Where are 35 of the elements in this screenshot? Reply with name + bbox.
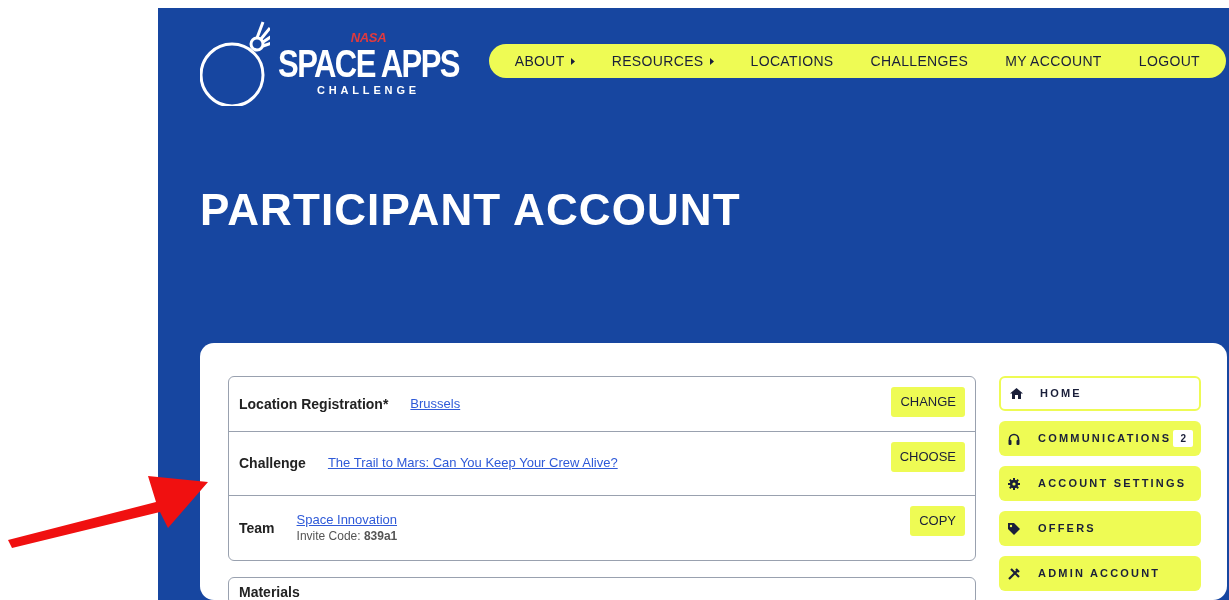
logo-icon	[200, 20, 270, 106]
tools-icon	[1008, 567, 1020, 580]
sidebar-item[interactable]: HOME	[999, 376, 1201, 411]
logo-agency: NASA	[350, 30, 387, 44]
settings-icon	[1008, 477, 1020, 490]
logo-subtitle: CHALLENGE	[316, 84, 420, 96]
nav-link[interactable]: LOGOUT	[1120, 50, 1218, 72]
nav-link[interactable]: RESOURCES	[593, 50, 732, 72]
action-button[interactable]: CHANGE	[891, 387, 965, 417]
nav-link[interactable]: LOCATIONS	[732, 50, 852, 72]
caret-icon	[709, 57, 714, 65]
sidebar-item[interactable]: ACCOUNT SETTINGS	[999, 466, 1201, 501]
sidebar-item[interactable]: ADMIN ACCOUNT	[999, 556, 1201, 591]
field-link[interactable]: Brussels	[410, 395, 461, 413]
home-icon	[1010, 388, 1023, 399]
headset-icon	[1008, 432, 1020, 445]
logo-title: SPACE APPS	[278, 43, 459, 83]
page-title: PARTICIPANT ACCOUNT	[200, 188, 742, 232]
materials-heading: Materials	[239, 584, 300, 600]
nav-link[interactable]: ABOUT	[496, 50, 593, 72]
tag-icon	[1008, 522, 1020, 535]
nav-link[interactable]: CHALLENGES	[852, 50, 987, 72]
field-label: Location Registration*	[239, 394, 389, 414]
field-link[interactable]: Space Innovation	[296, 512, 398, 529]
field-label: Team	[239, 518, 275, 538]
field-link[interactable]: The Trail to Mars: Can You Keep Your Crew Alive?	[327, 455, 618, 472]
count-badge: 2	[1173, 430, 1193, 447]
field-label: Challenge	[239, 454, 306, 473]
nav-link[interactable]: MY ACCOUNT	[987, 50, 1120, 72]
invite-code: Invite Code: 839a1	[296, 528, 398, 544]
action-button[interactable]: COPY	[910, 506, 965, 536]
sidebar-item[interactable]: OFFERS	[999, 511, 1201, 546]
action-button[interactable]: CHOOSE	[890, 442, 965, 472]
sidebar-item[interactable]: COMMUNICATIONS 2	[999, 421, 1201, 456]
caret-icon	[570, 57, 575, 65]
